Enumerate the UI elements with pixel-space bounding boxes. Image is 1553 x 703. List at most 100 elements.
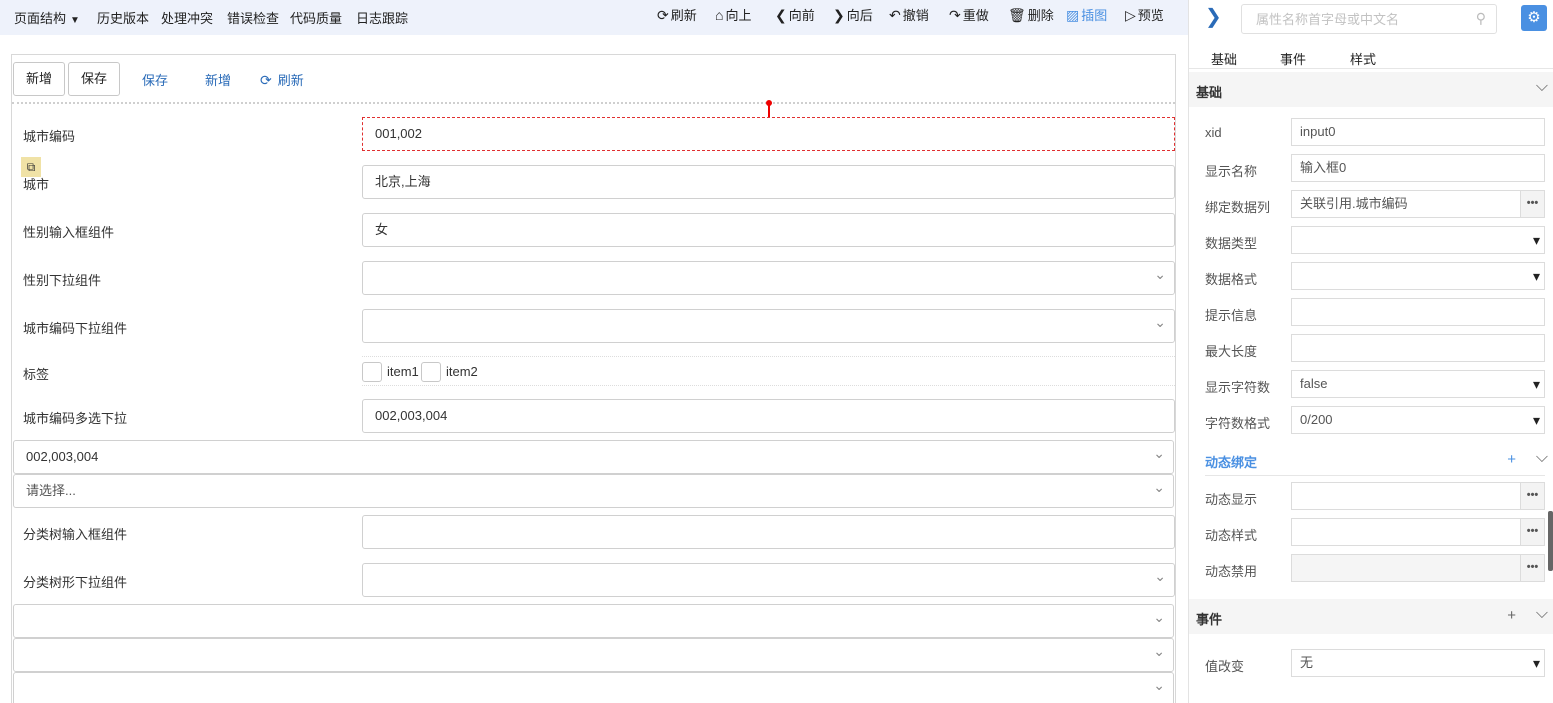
up-label: 向上 <box>725 8 752 23</box>
insert-image-button[interactable]: ▨ 插图 <box>1066 5 1107 24</box>
more-icon[interactable]: ••• <box>1520 519 1544 545</box>
full-width-select[interactable] <box>13 601 1174 638</box>
chevron-down-icon[interactable]: ⌵ <box>1536 78 1548 96</box>
city-code-multiselect[interactable]: 002,003,004 <box>362 399 1175 433</box>
menu-error-check[interactable]: 错误检查 <box>227 8 279 27</box>
prop-row-bind-column: 绑定数据列 关联引用.城市编码 ••• <box>1189 187 1553 223</box>
prop-select-value-change[interactable]: 无 <box>1291 649 1545 677</box>
gender-input[interactable]: 女 <box>362 213 1175 247</box>
section-header-events[interactable]: 事件 + ⌵ <box>1189 599 1553 634</box>
arrow-left-icon: ❮ <box>775 6 787 23</box>
prop-input-display-name[interactable]: 输入框0 <box>1291 154 1545 182</box>
add-link[interactable]: 新增 <box>205 70 231 89</box>
chevron-right-icon[interactable]: ❯ <box>1205 4 1222 29</box>
prop-label: 最大长度 <box>1205 344 1258 359</box>
tab-divider <box>1189 68 1553 69</box>
refresh-link[interactable]: ⟳ 刷新 <box>260 70 304 89</box>
preview-button[interactable]: ▷ 预览 <box>1125 5 1164 24</box>
prop-label: 动态样式 <box>1205 528 1258 543</box>
menu-log-trace[interactable]: 日志跟踪 <box>356 8 408 27</box>
category-tree-input[interactable] <box>362 515 1175 549</box>
prop-input-hint[interactable] <box>1291 298 1545 326</box>
prop-select-count-format[interactable]: 0/200 <box>1291 406 1545 434</box>
up-button[interactable]: ⌂ 向上 <box>715 5 751 24</box>
prop-label: 字符数格式 <box>1205 416 1271 431</box>
delete-button[interactable]: 🗑 删除 <box>1008 5 1054 24</box>
full-width-select[interactable] <box>13 669 1174 703</box>
tab-basic[interactable]: 基础 <box>1211 49 1237 68</box>
plus-icon[interactable]: + <box>1507 451 1516 468</box>
panel-scrollbar[interactable] <box>1548 511 1553 571</box>
menu-page-structure[interactable]: 页面结构 ▼ <box>14 8 80 27</box>
arrow-right-icon: ❯ <box>833 6 845 23</box>
undo-button[interactable]: ↶ 撤销 <box>889 5 929 24</box>
more-icon[interactable]: ••• <box>1520 191 1544 217</box>
city-code-select[interactable] <box>362 306 1175 343</box>
more-icon[interactable]: ••• <box>1520 555 1544 581</box>
backward-label: 向后 <box>846 8 873 23</box>
menu-conflict[interactable]: 处理冲突 <box>161 8 213 27</box>
forward-button[interactable]: ❮ 向前 <box>775 5 815 24</box>
chevron-down-icon[interactable]: ⌵ <box>1536 605 1548 623</box>
prop-select-show-count[interactable]: false <box>1291 370 1545 398</box>
prop-value: 关联引用.城市编码 <box>1300 196 1408 211</box>
section-header-dynamic[interactable]: 动态绑定 + ⌵ <box>1189 443 1553 475</box>
full-width-select[interactable]: 请选择... <box>13 471 1174 508</box>
prop-input-xid[interactable]: input0 <box>1291 118 1545 146</box>
prop-input-bind-column[interactable]: 关联引用.城市编码 ••• <box>1291 190 1545 218</box>
refresh-icon: ⟳ <box>260 72 272 88</box>
category-tree-select[interactable] <box>362 560 1175 597</box>
redo-button[interactable]: ↷ 重做 <box>949 5 989 24</box>
prop-label: 动态显示 <box>1205 492 1258 507</box>
backward-button[interactable]: ❯ 向后 <box>833 5 873 24</box>
forward-label: 向前 <box>788 8 815 23</box>
prop-row-hint: 提示信息 <box>1189 295 1553 331</box>
prop-label: 数据类型 <box>1205 236 1258 251</box>
section-header-basic[interactable]: 基础 ⌵ <box>1189 72 1553 107</box>
save-link[interactable]: 保存 <box>142 70 168 89</box>
menu-history[interactable]: 历史版本 <box>97 8 149 27</box>
add-button[interactable]: 新增 <box>13 62 66 96</box>
city-input[interactable]: 北京,上海 <box>362 165 1175 199</box>
tab-events[interactable]: 事件 <box>1280 49 1306 68</box>
refresh-label: 刷新 <box>670 8 697 23</box>
checkbox-item2[interactable] <box>421 362 441 382</box>
checkbox-item1[interactable] <box>362 362 382 382</box>
preview-icon: ▷ <box>1125 6 1136 23</box>
insert-marker-line <box>768 103 770 117</box>
delete-label: 删除 <box>1027 8 1054 23</box>
prop-label: 值改变 <box>1205 659 1245 674</box>
property-search-input[interactable] <box>1242 5 1462 33</box>
prop-input-dyn-display[interactable]: ••• <box>1291 482 1545 510</box>
gear-icon[interactable]: ⚙ <box>1521 5 1547 31</box>
prop-input-dyn-disabled[interactable]: ••• <box>1291 554 1545 582</box>
preview-label: 预览 <box>1137 8 1164 23</box>
plus-icon[interactable]: + <box>1507 607 1516 624</box>
refresh-button[interactable]: ⟳ 刷新 <box>657 5 697 24</box>
chevron-down-icon[interactable]: ⌵ <box>1536 449 1548 467</box>
home-icon: ⌂ <box>715 6 724 23</box>
city-code-input[interactable]: 001,002 <box>362 117 1175 151</box>
gender-select[interactable] <box>362 258 1175 295</box>
undo-label: 撤销 <box>902 8 929 23</box>
menu-code-quality[interactable]: 代码质量 <box>290 8 342 27</box>
full-width-select[interactable]: 002,003,004 <box>13 437 1174 474</box>
prop-input-dyn-style[interactable]: ••• <box>1291 518 1545 546</box>
prop-input-max-length[interactable] <box>1291 334 1545 362</box>
prop-select-data-format[interactable] <box>1291 262 1545 290</box>
prop-select-data-type[interactable] <box>1291 226 1545 254</box>
menu-page-structure-label: 页面结构 <box>14 11 67 26</box>
more-icon[interactable]: ••• <box>1520 483 1544 509</box>
prop-label: 显示名称 <box>1205 164 1258 179</box>
prop-label: 提示信息 <box>1205 308 1258 323</box>
prop-row-dyn-disabled: 动态禁用 ••• <box>1189 551 1553 587</box>
prop-label: 数据格式 <box>1205 272 1258 287</box>
full-width-select[interactable] <box>13 635 1174 672</box>
save-button[interactable]: 保存 <box>68 62 121 96</box>
tab-style[interactable]: 样式 <box>1350 49 1376 68</box>
search-icon[interactable]: ⚲ <box>1476 10 1486 27</box>
refresh-link-label: 刷新 <box>277 73 304 88</box>
prop-label: 动态禁用 <box>1205 564 1258 579</box>
section-title: 事件 <box>1196 612 1223 627</box>
trash-icon: 🗑 <box>1008 6 1026 23</box>
